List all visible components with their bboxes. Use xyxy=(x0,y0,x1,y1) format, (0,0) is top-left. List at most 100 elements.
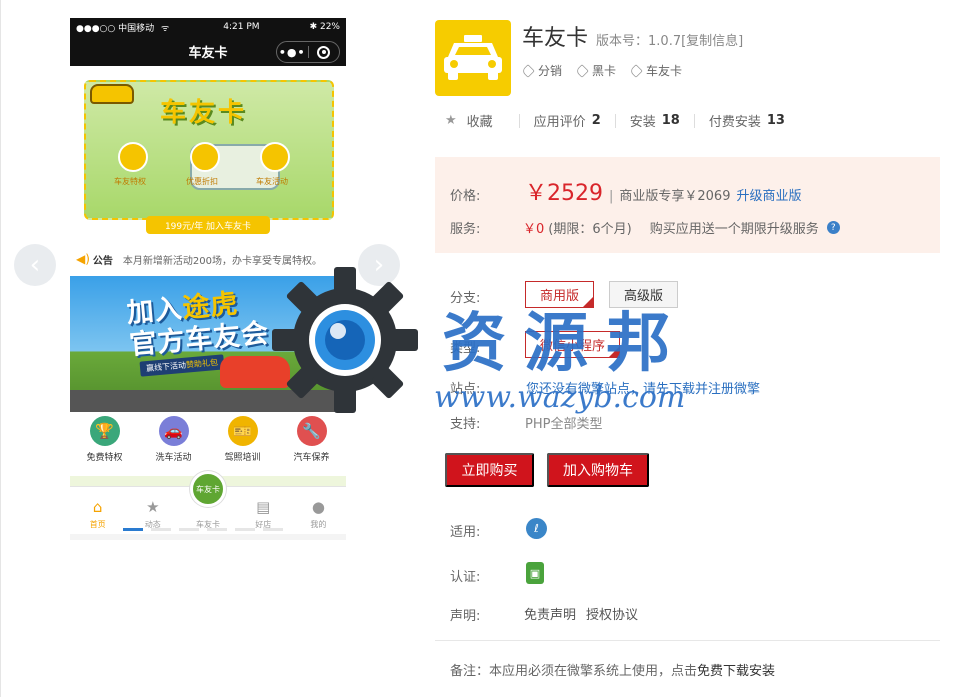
join-card-button[interactable]: 199元/年 加入车友卡 xyxy=(146,216,270,234)
remark-text: 备注：本应用必须在微擎系统上使用，点击 xyxy=(450,664,698,679)
feature-label: 免费特权 xyxy=(86,453,123,463)
paid-install-label: 付费安装 xyxy=(708,115,761,130)
yellow-car-icon xyxy=(90,84,134,104)
app-title: 车友卡 版本号：1.0.7[复制信息] xyxy=(522,20,743,52)
banner-feature-label: 优惠折扣 xyxy=(186,177,218,186)
feature-item-maintenance[interactable]: 🔧 汽车保养 xyxy=(277,412,346,472)
price-panel: 价格: ￥2529 | 商业版专享￥2069 升级商业版 服务: ￥0 (期限：… xyxy=(435,157,940,253)
support-label: 支持: xyxy=(450,417,481,432)
help-icon[interactable]: ? xyxy=(826,221,840,234)
carousel-indicators xyxy=(123,528,283,531)
star-icon: ★ xyxy=(146,498,160,516)
tag-icon xyxy=(629,63,643,78)
page-left-border xyxy=(0,0,1,697)
carousel-dot[interactable] xyxy=(235,528,255,531)
promo-highlight: 途虎 xyxy=(181,288,240,325)
star-icon: ★ xyxy=(445,113,457,128)
carousel-prev-button[interactable]: ‹ xyxy=(14,244,56,286)
promo-tag-highlight: 赞助礼包 xyxy=(185,357,219,370)
banner-feature-label: 车友特权 xyxy=(114,177,146,186)
add-to-cart-button[interactable]: 加入购物车 xyxy=(547,453,649,487)
buy-now-button[interactable]: 立即购买 xyxy=(445,453,534,487)
carousel-dot[interactable] xyxy=(263,528,283,531)
tag-item[interactable]: 分销 xyxy=(521,62,563,79)
service-period: (期限：6个月) xyxy=(548,222,632,237)
price-row: 价格: ￥2529 | 商业版专享￥2069 升级商业版 xyxy=(450,175,802,207)
rating-stat[interactable]: 应用评价 2 xyxy=(534,111,601,130)
statement-links: 免责声明 授权协议 xyxy=(524,604,638,623)
price-label: 价格: xyxy=(450,189,481,204)
favorite-button[interactable]: ★ 收藏 xyxy=(445,111,493,130)
miniapp-capsule[interactable]: •●• xyxy=(276,41,340,63)
center-card-button[interactable]: 车友卡 xyxy=(190,471,226,507)
tag-icon xyxy=(575,63,589,78)
trophy-icon xyxy=(118,142,148,172)
disclaimer-link[interactable]: 免责声明 xyxy=(524,604,576,623)
wifi-icon: ᯤ xyxy=(161,23,170,34)
carrier-text: ●●●○○ 中国移动 xyxy=(76,23,155,34)
car-wash-icon: 🚗 xyxy=(158,416,189,446)
support-text: PHP全部类型 xyxy=(525,417,603,432)
license-icon: 🎫 xyxy=(227,416,258,446)
carousel-dot[interactable] xyxy=(207,528,227,531)
install-value: 18 xyxy=(661,113,680,128)
app-name: 车友卡 xyxy=(522,26,589,51)
cert-label: 认证: xyxy=(450,570,481,585)
tab-label: 首页 xyxy=(89,520,106,529)
certified-icon: ▣ xyxy=(526,562,544,584)
promo-tag-text: 赢线下活动 xyxy=(145,360,187,374)
phone-nav-title: 车友卡 xyxy=(188,45,228,61)
watermark-text: 资源邦 xyxy=(442,306,688,381)
banner-title: 车友卡 xyxy=(160,98,248,128)
paid-install-value: 13 xyxy=(766,113,785,128)
phone-tab-bar: ⌂ 首页 ★ 动态 车友卡 ▤ 好店 ● 我的 车友卡 xyxy=(70,471,346,534)
stats-divider xyxy=(518,113,520,128)
gift-icon xyxy=(260,142,290,172)
promo-headline: 加入途虎 官方车友会 xyxy=(125,286,270,362)
app-version[interactable]: 版本号：1.0.7[复制信息] xyxy=(596,30,743,49)
favorite-label: 收藏 xyxy=(466,115,493,130)
tab-mine[interactable]: ● 我的 xyxy=(291,487,346,534)
feature-item-free[interactable]: 🏆 免费特权 xyxy=(70,412,139,472)
service-label: 服务: xyxy=(450,222,481,237)
tab-shops[interactable]: ▤ 好店 xyxy=(236,487,291,534)
tab-label: 我的 xyxy=(310,520,327,529)
promo-text: 加入 xyxy=(125,293,184,330)
home-icon: ⌂ xyxy=(92,498,103,516)
shop-icon: ▤ xyxy=(256,498,271,516)
user-icon: ● xyxy=(311,498,325,516)
watermark-gear-icon xyxy=(272,267,418,413)
stats-divider xyxy=(693,113,695,128)
tag-label: 黑卡 xyxy=(592,64,617,78)
app-tags: 分销 黑卡 车友卡 xyxy=(521,62,682,79)
feature-item-carwash[interactable]: 🚗 洗车活动 xyxy=(139,412,208,472)
license-link[interactable]: 授权协议 xyxy=(586,604,638,623)
carousel-dot-active[interactable] xyxy=(123,528,143,531)
card-banner[interactable]: 车友卡 车友特权 优惠折扣 车友活动 199元/年 加入车友卡 xyxy=(70,66,346,242)
install-label: 安装 xyxy=(629,115,656,130)
close-miniapp-icon[interactable] xyxy=(309,45,340,59)
free-download-link[interactable]: 免费下载安装 xyxy=(697,664,775,679)
tag-item[interactable]: 车友卡 xyxy=(629,62,682,79)
upgrade-business-link[interactable]: 升级商业版 xyxy=(736,185,801,204)
bluetooth-icon: ✱ xyxy=(309,22,318,32)
stats-divider xyxy=(614,113,616,128)
service-price: ￥0 xyxy=(523,222,545,237)
phone-nav-bar: 车友卡 •●• xyxy=(70,36,346,66)
carousel-dot[interactable] xyxy=(151,528,171,531)
more-icon[interactable]: •●• xyxy=(277,46,308,59)
phone-status-bar: ●●●○○ 中国移动 ᯤ 4:21 PM ✱ 22% xyxy=(70,18,346,36)
price-value: ￥2529 xyxy=(525,181,603,206)
paid-install-stat: 付费安装 13 xyxy=(709,111,785,130)
tab-feed[interactable]: ★ 动态 xyxy=(125,487,180,534)
remark: 备注：本应用必须在微擎系统上使用，点击免费下载安装 xyxy=(450,660,775,679)
feature-item-license[interactable]: 🎫 驾照培训 xyxy=(208,412,277,472)
banner-feature-label: 车友活动 xyxy=(256,177,288,186)
tab-home[interactable]: ⌂ 首页 xyxy=(70,487,125,534)
carousel-dot[interactable] xyxy=(179,528,199,531)
discount-icon xyxy=(190,142,220,172)
business-price: 商业版专享￥2069 xyxy=(619,189,731,204)
tag-label: 分销 xyxy=(538,64,563,78)
apply-label: 适用: xyxy=(450,525,481,540)
tag-item[interactable]: 黑卡 xyxy=(575,62,617,79)
